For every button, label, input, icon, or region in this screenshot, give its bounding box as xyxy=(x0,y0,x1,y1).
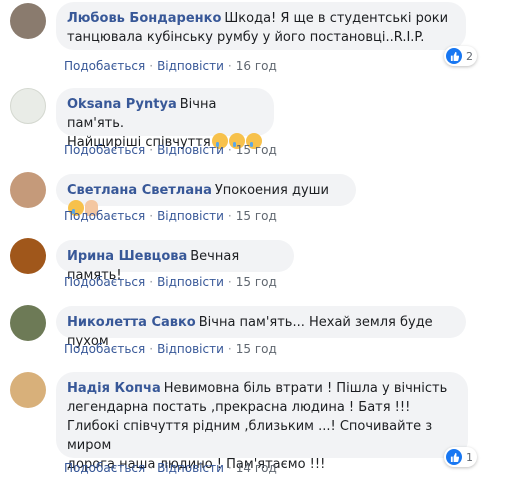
reaction-count-value: 2 xyxy=(466,49,473,63)
reaction-count[interactable]: 1 xyxy=(444,447,477,467)
avatar[interactable] xyxy=(10,305,46,341)
comment-author[interactable]: Светлана Светлана xyxy=(67,183,212,198)
reply-link[interactable]: Відповісти xyxy=(157,209,224,223)
like-link[interactable]: Подобається xyxy=(64,342,145,356)
like-link[interactable]: Подобається xyxy=(64,209,145,223)
comment-timestamp[interactable]: 15 год xyxy=(236,342,277,356)
like-link[interactable]: Подобається xyxy=(64,59,145,73)
comment-timestamp[interactable]: 15 год xyxy=(236,143,277,157)
comment-timestamp[interactable]: 14 год xyxy=(236,461,277,475)
comment-bubble: Любовь Бондаренко Шкода! Я ще в студентсь… xyxy=(56,2,466,50)
comment-author[interactable]: Любовь Бондаренко xyxy=(67,11,221,26)
comment-bubble: Николетта Савко Вічна пам'ять... Нехай зе… xyxy=(56,306,466,349)
comment-author[interactable]: Надія Копча xyxy=(67,381,161,396)
comment-timestamp[interactable]: 15 год xyxy=(236,209,277,223)
comment-author[interactable]: Oksana Pyntya xyxy=(67,97,177,112)
comment-author[interactable]: Ирина Шевцова xyxy=(67,249,187,264)
comment-bubble: Светлана Светлана Упокоения души xyxy=(56,174,356,216)
like-reaction-icon xyxy=(446,449,462,465)
like-link[interactable]: Подобається xyxy=(64,461,145,475)
avatar[interactable] xyxy=(10,172,46,208)
comment-actions: Подобається · Відповісти · 15 год xyxy=(64,342,277,356)
comment-bubble: Ирина Шевцова Вечная память! xyxy=(56,240,294,283)
reply-link[interactable]: Відповісти xyxy=(157,461,224,475)
reply-link[interactable]: Відповісти xyxy=(157,342,224,356)
comment-timestamp[interactable]: 15 год xyxy=(236,275,277,289)
like-link[interactable]: Подобається xyxy=(64,143,145,157)
avatar[interactable] xyxy=(10,238,46,274)
comment-bubble: Надія Копча Невимовна біль втрати ! Пішла… xyxy=(56,372,468,472)
avatar[interactable] xyxy=(10,3,46,39)
reply-link[interactable]: Відповісти xyxy=(157,143,224,157)
reaction-count-value: 1 xyxy=(466,450,473,464)
comment-actions: Подобається · Відповісти · 15 год xyxy=(64,143,277,157)
reaction-count[interactable]: 2 xyxy=(444,46,477,66)
comment-actions: Подобається · Відповісти · 14 год xyxy=(64,461,277,475)
comment-actions: Подобається · Відповісти · 15 год xyxy=(64,209,277,223)
comment-text: Упокоения души xyxy=(214,183,329,198)
comment-actions: Подобається · Відповісти · 16 год xyxy=(64,59,277,73)
comment-bubble: Oksana Pyntya Вічна пам'ять. Найщиріші сп… xyxy=(56,88,274,150)
avatar[interactable] xyxy=(10,88,46,124)
reply-link[interactable]: Відповісти xyxy=(157,59,224,73)
comment-actions: Подобається · Відповісти · 15 год xyxy=(64,275,277,289)
comment-timestamp[interactable]: 16 год xyxy=(236,59,277,73)
reply-link[interactable]: Відповісти xyxy=(157,275,224,289)
like-reaction-icon xyxy=(446,48,462,64)
like-link[interactable]: Подобається xyxy=(64,275,145,289)
avatar[interactable] xyxy=(10,372,46,408)
comment-author[interactable]: Николетта Савко xyxy=(67,315,196,330)
